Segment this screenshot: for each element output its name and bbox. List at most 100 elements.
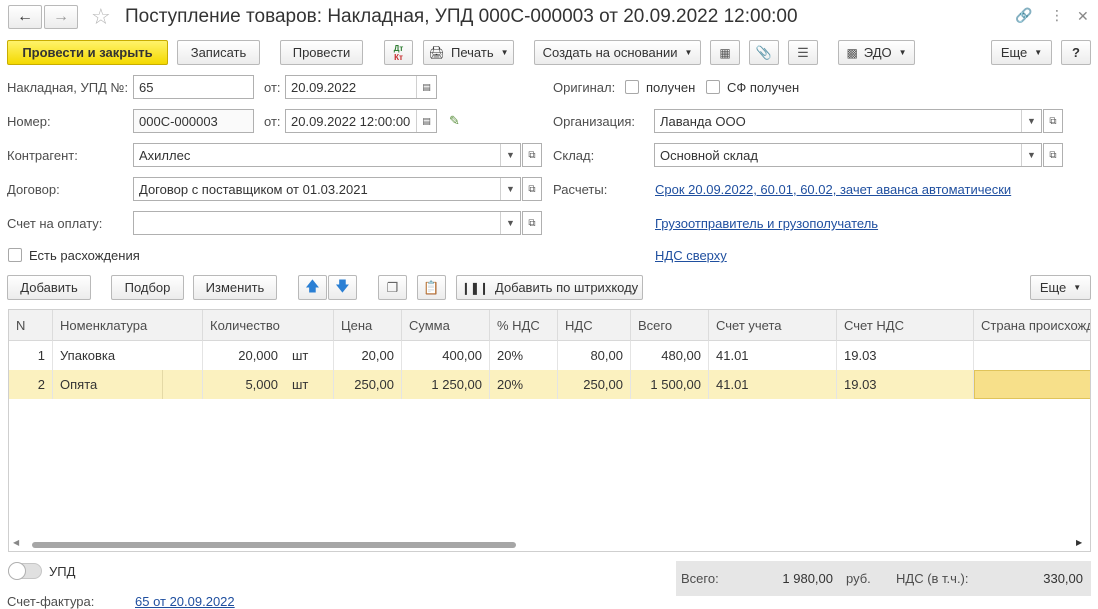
counterparty-open-button[interactable]: ⧉ [522,143,542,167]
edit-history-icon[interactable]: ✎ [449,113,460,129]
open-window-icon: ⧉ [528,183,536,195]
calendar-icon[interactable]: ▤ [416,110,436,132]
cell-n: 1 [9,341,53,370]
move-down-button[interactable]: 🡇 [328,275,357,300]
chevron-down-icon[interactable]: ▼ [500,212,520,234]
invoice-link[interactable]: 65 от 20.09.2022 [135,594,235,609]
table-row[interactable]: 1 Упаковка 20,000 шт 20,00 400,00 20% 80… [9,341,1090,370]
vat-on-top-link[interactable]: НДС сверху [655,248,727,263]
close-icon[interactable]: ✕ [1077,8,1089,25]
back-button[interactable]: ← [8,5,42,29]
post-and-close-button[interactable]: Провести и закрыть [7,40,168,65]
header-total[interactable]: Всего [631,310,709,341]
add-by-barcode-button[interactable]: ❙❚❙ Добавить по штрихкоду [456,275,643,300]
dt-kt-button[interactable]: Дт Кт [384,40,413,65]
table-row-selected[interactable]: 2 Опята 5,000 шт 250,00 1 250,00 20% 250… [9,370,1090,399]
header-quantity[interactable]: Количество [203,310,334,341]
post-button[interactable]: Провести [280,40,363,65]
scroll-right-icon[interactable]: ▶ [1076,538,1082,547]
sf-received-checkbox[interactable] [706,80,720,94]
chevron-down-icon[interactable]: ▼ [1021,110,1041,132]
header-account[interactable]: Счет учета [709,310,837,341]
chevron-down-icon[interactable]: ▼ [500,178,520,200]
header-n[interactable]: N [9,310,53,341]
add-row-button[interactable]: Добавить [7,275,91,300]
chevron-down-icon: ▼ [684,48,693,57]
save-button[interactable]: Записать [177,40,260,65]
number-date-from-label: от: [264,114,281,129]
discrepancy-checkbox[interactable] [8,248,22,262]
invoice-date-value: 20.09.2022 [291,79,357,95]
total-value: 1 980,00 [782,571,833,586]
more-label: Еще [1000,45,1028,60]
chevron-down-icon[interactable]: ▼ [500,144,520,166]
star-icon[interactable]: ☆ [91,4,111,30]
edo-button[interactable]: ▩ ЭДО ▼ [838,40,915,65]
cell-country-active[interactable] [974,370,1090,399]
header-price[interactable]: Цена [334,310,402,341]
more-vertical-icon[interactable]: ⋮ [1050,7,1064,24]
create-based-on-button[interactable]: Создать на основании ▼ [534,40,701,65]
edo-label: ЭДО [863,45,892,60]
paperclip-icon: 📎 [755,44,773,60]
original-received-checkbox[interactable] [625,80,639,94]
contract-input[interactable]: Договор с поставщиком от 01.03.2021 ▼ [133,177,521,201]
arrow-left-icon: ← [17,8,33,25]
invoice-date-input[interactable]: 20.09.2022 ▤ [285,75,437,99]
change-button[interactable]: Изменить [193,275,277,300]
header-sum[interactable]: Сумма [402,310,490,341]
original-received-label: получен [646,80,696,95]
organization-open-button[interactable]: ⧉ [1043,109,1063,133]
organization-input[interactable]: Лаванда ООО ▼ [654,109,1042,133]
pick-button[interactable]: Подбор [111,275,184,300]
hierarchy-icon: ▦ [719,45,731,60]
cell-vat-rate: 20% [490,370,558,399]
payment-invoice-input[interactable]: ▼ [133,211,521,235]
counterparty-input[interactable]: Ахиллес ▼ [133,143,521,167]
header-country[interactable]: Страна происхожд [974,310,1090,341]
attach-button[interactable]: 📎 [749,40,779,65]
invoice-number-input[interactable]: 65 [133,75,254,99]
number-input[interactable]: 000С-000003 [133,109,254,133]
paste-icon: 📋 [423,279,440,295]
forward-button[interactable]: → [44,5,78,29]
payment-invoice-label: Счет на оплату: [7,216,103,231]
move-up-button[interactable]: 🡅 [298,275,327,300]
header-vat[interactable]: НДС [558,310,631,341]
more-button[interactable]: Еще ▼ [991,40,1052,65]
number-date-input[interactable]: 20.09.2022 12:00:00 ▤ [285,109,437,133]
settlements-link[interactable]: Срок 20.09.2022, 60.01, 60.02, зачет ава… [655,182,1011,197]
calendar-icon[interactable]: ▤ [416,76,436,98]
copy-row-button[interactable]: ❐ [378,275,407,300]
open-window-icon: ⧉ [1049,115,1057,127]
contract-open-button[interactable]: ⧉ [522,177,542,201]
totals-panel: Всего: 1 980,00 руб. НДС (в т.ч.): 330,0… [676,561,1091,596]
help-button[interactable]: ? [1061,40,1091,65]
paste-row-button[interactable]: 📋 [417,275,446,300]
warehouse-input[interactable]: Основной склад ▼ [654,143,1042,167]
number-label: Номер: [7,114,51,129]
header-vat-rate[interactable]: % НДС [490,310,558,341]
report-button[interactable]: ☰ [788,40,818,65]
table-more-button[interactable]: Еще ▼ [1030,275,1091,300]
goods-table[interactable]: N Номенклатура Количество Цена Сумма % Н… [8,309,1091,552]
upd-toggle[interactable] [8,562,42,580]
header-vat-account[interactable]: Счет НДС [837,310,974,341]
header-item[interactable]: Номенклатура [53,310,203,341]
scroll-left-icon[interactable]: ◀ [13,538,19,547]
scrollbar-thumb[interactable] [32,542,516,548]
chevron-down-icon: ▼ [1073,283,1082,292]
warehouse-open-button[interactable]: ⧉ [1043,143,1063,167]
cell-n: 2 [9,370,53,399]
barcode-icon: ❙❚❙ [460,280,489,295]
list-icon: ☰ [797,44,809,60]
print-button[interactable]: 🖨 Печать ▼ [423,40,514,65]
chevron-down-icon: ▼ [1034,48,1043,57]
shipper-consignee-link[interactable]: Грузоотправитель и грузополучатель [655,216,878,231]
horizontal-scrollbar[interactable]: ◀ ▶ [8,538,1091,551]
link-icon[interactable]: 🔗 [1015,7,1032,24]
arrow-right-icon: → [53,8,69,25]
payment-invoice-open-button[interactable]: ⧉ [522,211,542,235]
structure-button[interactable]: ▦ [710,40,740,65]
chevron-down-icon[interactable]: ▼ [1021,144,1041,166]
